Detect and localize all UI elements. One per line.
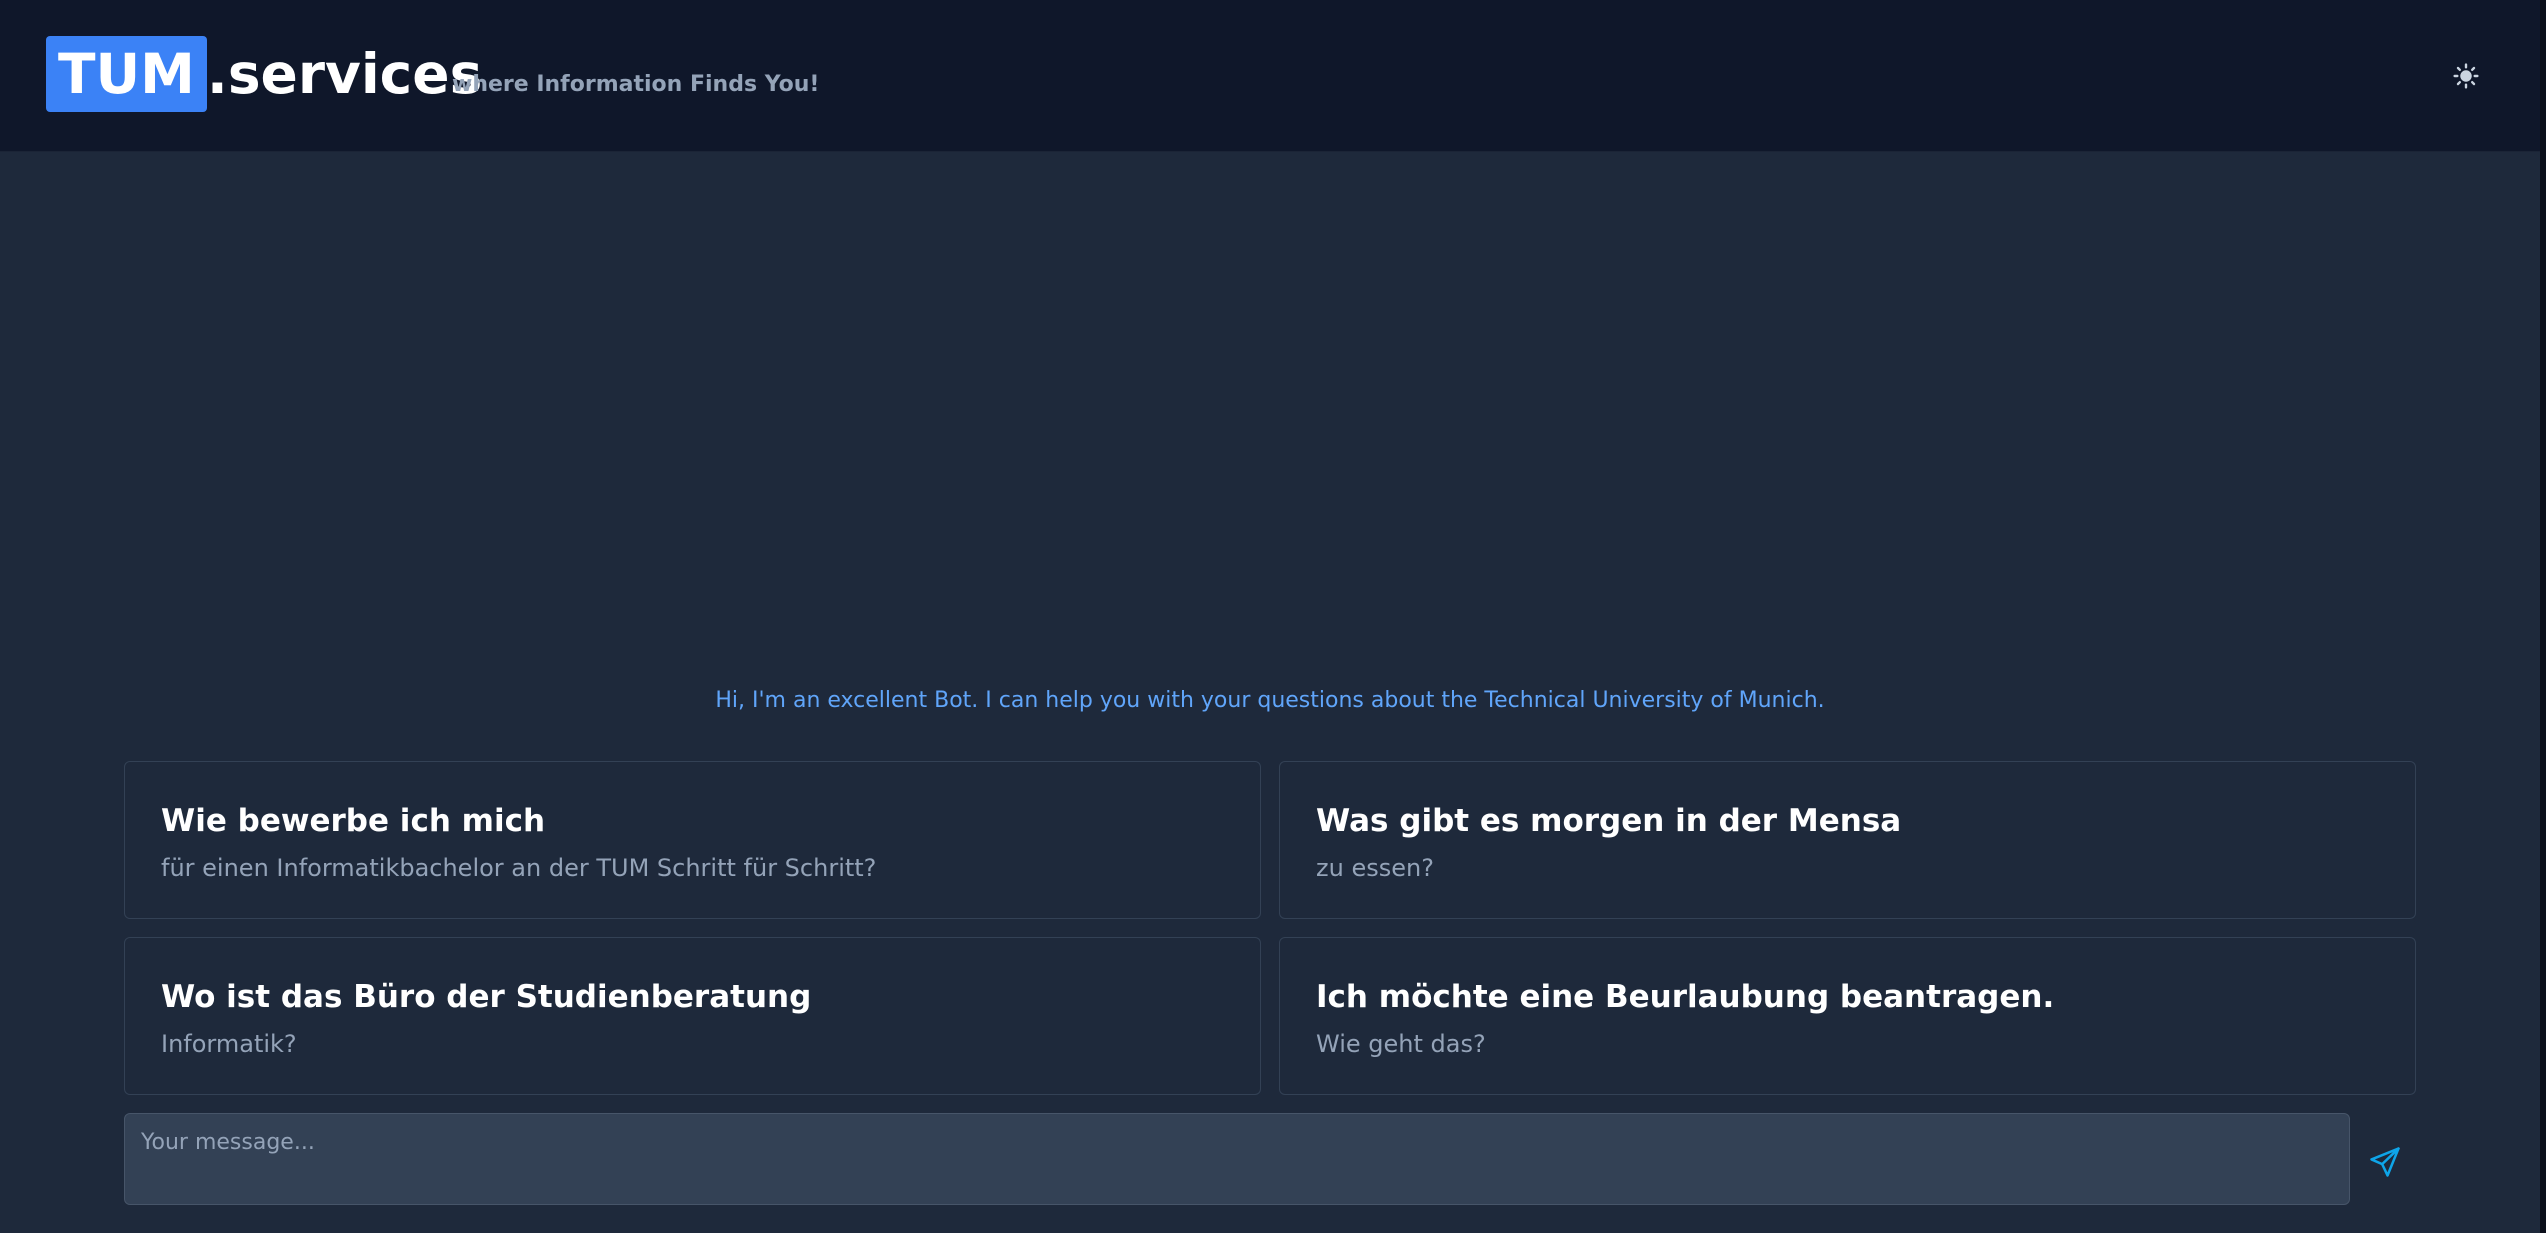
suggestion-subtitle: Wie geht das? [1316,1030,1486,1058]
suggestion-card-mensa[interactable]: Was gibt es morgen in der Mensa zu essen… [1279,761,2416,919]
window-right-edge [2540,0,2546,1233]
send-button[interactable] [2365,1142,2405,1182]
message-input[interactable] [124,1113,2350,1205]
site-tagline: where Information Finds You! [452,72,820,97]
suggestion-subtitle: für einen Informatikbachelor an der TUM … [161,854,877,882]
bot-intro-message: Hi, I'm an excellent Bot. I can help you… [715,688,1825,713]
logo-services-text: .services [206,42,483,106]
suggestion-subtitle: Informatik? [161,1030,297,1058]
logo-tum-badge: TUM [46,36,207,112]
suggestion-title: Was gibt es morgen in der Mensa [1316,803,1902,839]
suggestion-title: Ich möchte eine Beurlaubung beantragen. [1316,979,2055,1015]
theme-toggle-button[interactable] [2446,56,2486,96]
site-logo[interactable]: TUM .services [46,36,482,112]
suggestion-card-study-advice-office[interactable]: Wo ist das Büro der Studienberatung Info… [124,937,1261,1095]
suggestion-title: Wie bewerbe ich mich [161,803,546,839]
suggestion-card-leave-of-absence[interactable]: Ich möchte eine Beurlaubung beantragen. … [1279,937,2416,1095]
sun-icon [2453,63,2479,89]
app-root: TUM .services where Information Finds Yo… [0,0,2546,1233]
suggestion-subtitle: zu essen? [1316,854,1434,882]
suggestion-card-apply-bachelor[interactable]: Wie bewerbe ich mich für einen Informati… [124,761,1261,919]
paper-plane-icon [2370,1147,2400,1177]
top-header: TUM .services where Information Finds Yo… [0,0,2540,152]
suggestion-title: Wo ist das Büro der Studienberatung [161,979,812,1015]
